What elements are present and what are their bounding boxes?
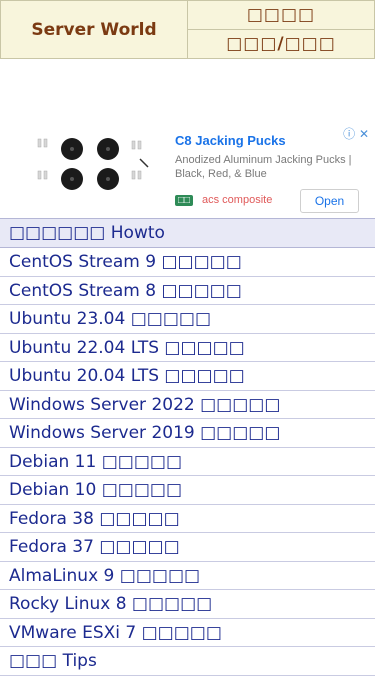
ad-close-icon[interactable]: ⓘ ✕	[343, 125, 369, 142]
howto-menu: □□□□□□ Howto CentOS Stream 9 □□□□□ CentOS…	[0, 218, 375, 676]
menu-item[interactable]: Windows Server 2022 □□□□□	[0, 391, 375, 419]
site-brand[interactable]: Server World	[0, 0, 188, 59]
menu-list: CentOS Stream 9 □□□□□ CentOS Stream 8 □□□…	[0, 248, 375, 676]
menu-item[interactable]: CentOS Stream 8 □□□□□	[0, 277, 375, 305]
header-link-top[interactable]: □□□□	[187, 0, 375, 30]
header-table: Server World □□□□ □□□/□□□	[0, 0, 375, 59]
menu-item[interactable]: AlmaLinux 9 □□□□□	[0, 562, 375, 590]
menu-item[interactable]: Fedora 38 □□□□□	[0, 505, 375, 533]
ad-description: Anodized Aluminum Jacking Pucks | Black,…	[175, 154, 352, 180]
menu-item[interactable]: □□□ Tips	[0, 647, 375, 676]
header-link-top-label[interactable]: □□□□	[247, 5, 315, 25]
menu-item[interactable]: Windows Server 2019 □□□□□	[0, 419, 375, 448]
menu-item[interactable]: Ubuntu 23.04 □□□□□	[0, 305, 375, 334]
menu-heading[interactable]: □□□□□□ Howto	[0, 219, 375, 248]
ad-open-button[interactable]: Open	[300, 189, 359, 213]
brand-link[interactable]: Server World	[31, 20, 156, 40]
header-link-bottom[interactable]: □□□/□□□	[187, 29, 375, 59]
menu-item[interactable]: Fedora 37 □□□□□	[0, 533, 375, 562]
menu-item[interactable]: Ubuntu 22.04 LTS □□□□□	[0, 334, 375, 362]
ad-badge: □□	[175, 195, 194, 206]
jacking-pucks-image-icon[interactable]	[28, 131, 153, 201]
menu-item[interactable]: VMware ESXi 7 □□□□□	[0, 619, 375, 647]
menu-item[interactable]: Debian 10 □□□□□	[0, 476, 375, 505]
ad-title[interactable]: C8 Jacking Pucks	[175, 133, 286, 148]
header-link-bottom-label[interactable]: □□□/□□□	[226, 34, 336, 54]
ad-source: acs composite	[202, 194, 273, 206]
ad-banner[interactable]: ⓘ ✕ C8 Jacking Pucks Anodized Aluminum J…	[0, 59, 375, 218]
menu-item[interactable]: Rocky Linux 8 □□□□□	[0, 590, 375, 619]
menu-item[interactable]: Debian 11 □□□□□	[0, 448, 375, 476]
menu-item[interactable]: Ubuntu 20.04 LTS □□□□□	[0, 362, 375, 391]
menu-item[interactable]: CentOS Stream 9 □□□□□	[0, 248, 375, 277]
